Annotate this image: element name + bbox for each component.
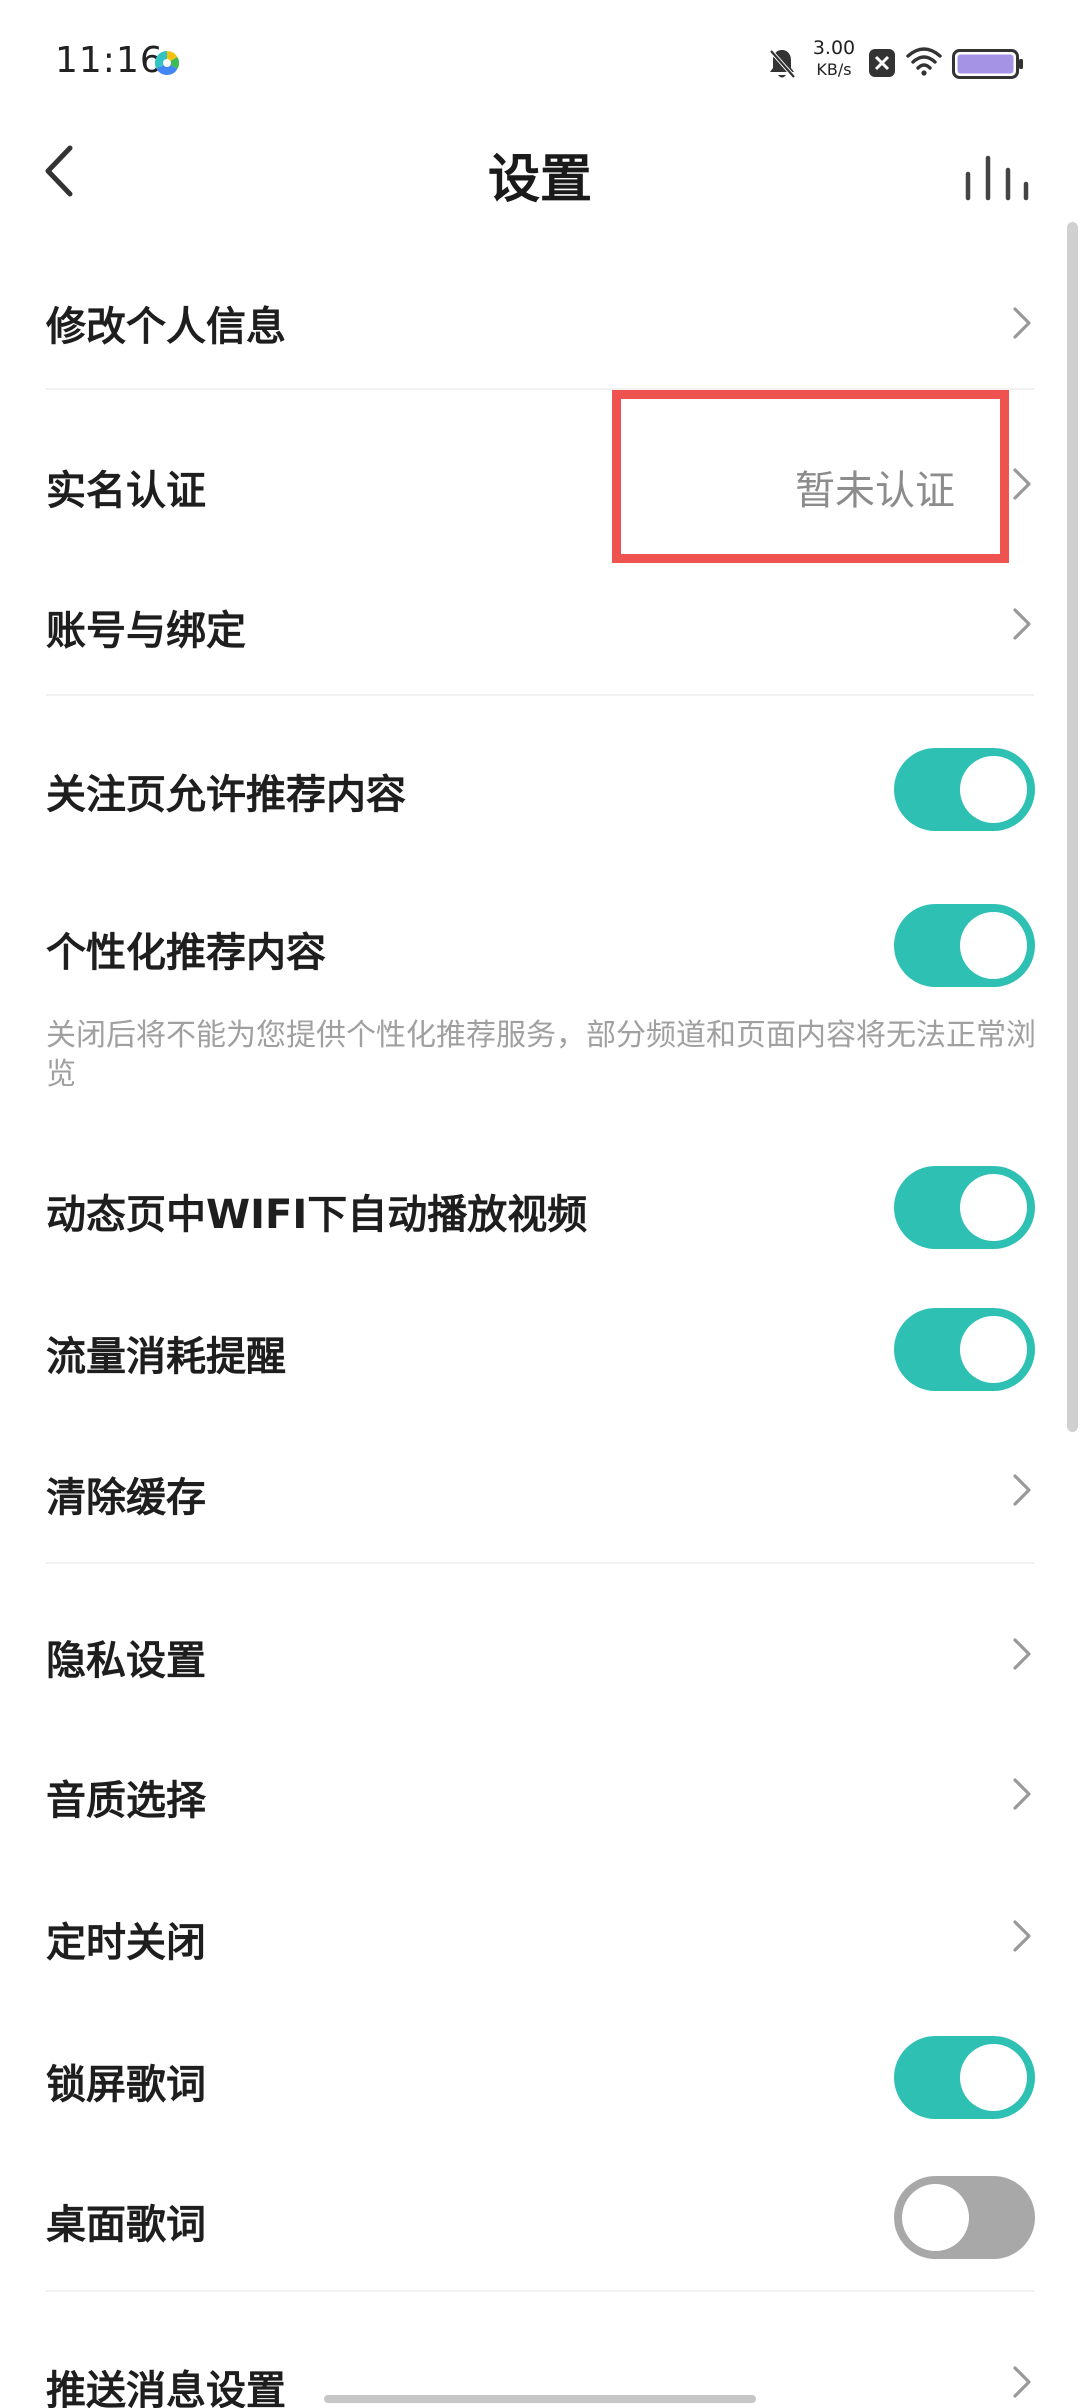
row-privacy-settings[interactable]: 隐私设置 [0,1590,1080,1720]
lock-lyrics-toggle[interactable] [894,2036,1035,2119]
network-speed: 3.00 KB/s [808,38,860,80]
toggle-knob [960,756,1027,823]
status-bar: 11:16 3.00 KB/s [0,0,1080,126]
row-timer-off[interactable]: 定时关闭 [0,1870,1080,2000]
divider [46,1562,1034,1564]
row-label: 清除缓存 [46,1475,206,1521]
divider [46,694,1034,696]
chevron-right-icon [1013,468,1031,500]
close-box-icon [869,49,895,77]
toggle-knob [960,2044,1027,2111]
settings-screen: 11:16 3.00 KB/s 设置 修改个人信息 实名认证 暂未认证 账号与绑… [0,0,1080,2408]
personal-recommend-description: 关闭后将不能为您提供个性化推荐服务，部分频道和页面内容将无法正常浏览 [46,1018,1036,1092]
row-label: 关注页允许推荐内容 [46,772,406,818]
divider [46,2290,1034,2292]
toggle-knob [960,1316,1027,1383]
toggle-knob [902,2184,969,2251]
chevron-right-icon [1013,1474,1031,1506]
row-desktop-lyrics: 桌面歌词 [0,2150,1080,2280]
wifi-autoplay-toggle[interactable] [894,1166,1035,1249]
row-follow-recommend: 关注页允许推荐内容 [0,720,1080,860]
chevron-right-icon [1013,1638,1031,1670]
equalizer-icon [965,155,1029,201]
row-account-binding[interactable]: 账号与绑定 [0,560,1080,690]
row-data-reminder: 流量消耗提醒 [0,1290,1080,1410]
chevron-right-icon [1013,1778,1031,1810]
row-label: 账号与绑定 [46,608,246,654]
network-speed-value: 3.00 [812,37,856,59]
chevron-right-icon [1013,608,1031,640]
data-reminder-toggle[interactable] [894,1308,1035,1391]
toggle-knob [960,1174,1027,1241]
toggle-knob [960,912,1027,979]
personal-recommend-toggle[interactable] [894,904,1035,987]
row-label: 锁屏歌词 [46,2062,206,2108]
battery-icon [952,49,1023,79]
page-title: 设置 [487,150,592,210]
row-audio-quality[interactable]: 音质选择 [0,1730,1080,1860]
row-personal-recommend: 个性化推荐内容 [0,880,1080,1010]
row-label: 实名认证 [46,468,206,514]
row-label: 流量消耗提醒 [46,1334,286,1380]
bell-off-icon [769,49,796,79]
row-clear-cache[interactable]: 清除缓存 [0,1430,1080,1550]
row-label: 动态页中WIFI下自动播放视频 [46,1192,588,1238]
status-time: 11:16 [55,40,164,81]
row-label: 定时关闭 [46,1920,206,1966]
row-lock-lyrics: 锁屏歌词 [0,2010,1080,2140]
equalizer-button[interactable] [960,140,1032,212]
row-label: 推送消息设置 [46,2368,286,2408]
row-label: 修改个人信息 [46,304,286,350]
network-speed-unit: KB/s [816,60,852,79]
home-indicator[interactable] [324,2395,756,2403]
chevron-right-icon [1013,2366,1031,2398]
row-label: 隐私设置 [46,1638,206,1684]
wifi-icon [906,47,942,76]
row-wifi-autoplay: 动态页中WIFI下自动播放视频 [0,1140,1080,1280]
row-label: 个性化推荐内容 [46,930,326,976]
row-edit-profile[interactable]: 修改个人信息 [0,270,1080,390]
app-notification-icon [155,51,179,75]
follow-recommend-toggle[interactable] [894,748,1035,831]
row-label: 音质选择 [46,1778,206,1824]
header: 设置 [0,126,1080,286]
highlight-box [612,390,1009,563]
chevron-right-icon [1013,307,1031,339]
row-label: 桌面歌词 [46,2202,206,2248]
desktop-lyrics-toggle[interactable] [894,2176,1035,2259]
chevron-right-icon [1013,1920,1031,1952]
